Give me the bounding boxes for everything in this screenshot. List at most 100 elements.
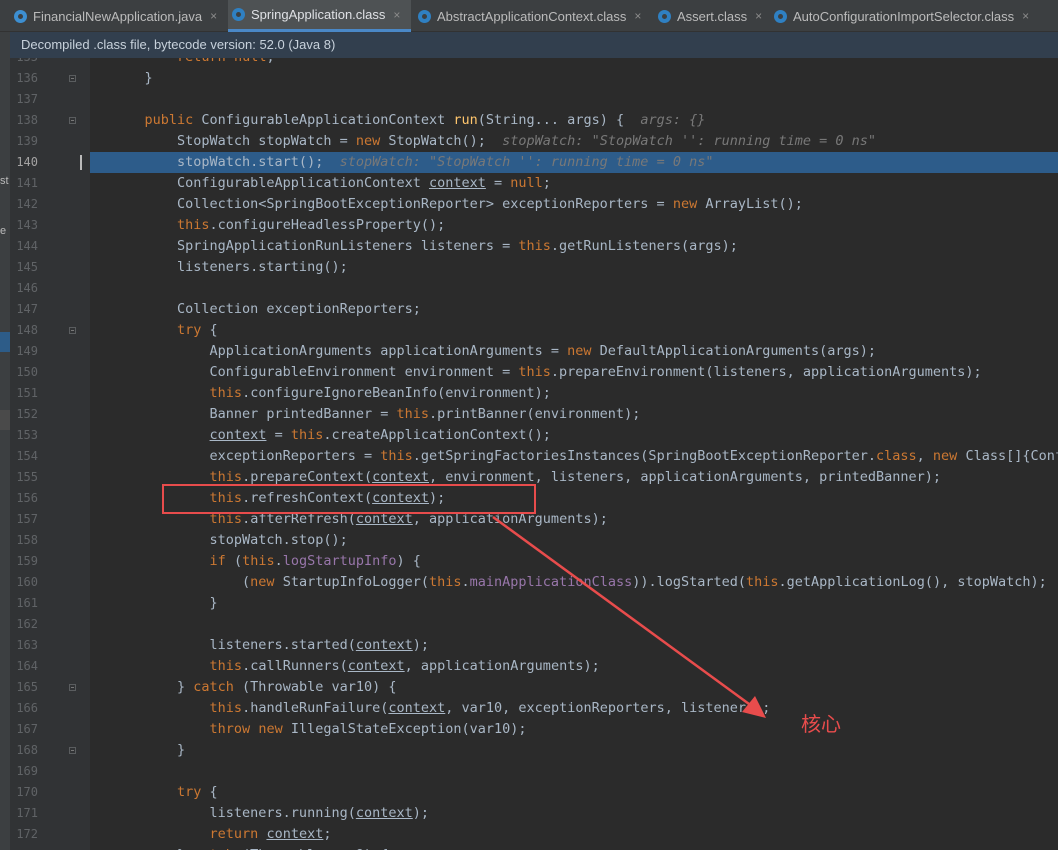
line-number[interactable]: 150: [10, 362, 38, 383]
line-number[interactable]: 136: [10, 68, 38, 89]
code-line[interactable]: try {: [90, 320, 1058, 341]
code-line[interactable]: return null;: [90, 58, 1058, 68]
code-line[interactable]: } catch (Throwable var10) {: [90, 677, 1058, 698]
code-line[interactable]: this.handleRunFailure(context, var10, ex…: [90, 698, 1058, 719]
code-line[interactable]: this.callRunners(context, applicationArg…: [90, 656, 1058, 677]
tab-financial-new-application[interactable]: FinancialNewApplication.java ×: [10, 0, 228, 32]
decompiled-info-text: Decompiled .class file, bytecode version…: [21, 37, 336, 52]
code-line[interactable]: listeners.running(context);: [90, 803, 1058, 824]
line-number[interactable]: 155: [10, 467, 38, 488]
code-line[interactable]: (new StartupInfoLogger(this.mainApplicat…: [90, 572, 1058, 593]
tab-auto-configuration-import-selector[interactable]: AutoConfigurationImportSelector.class ×: [770, 0, 1054, 32]
tab-label: SpringApplication.class: [251, 7, 386, 22]
tab-label: FinancialNewApplication.java: [33, 8, 203, 24]
line-number[interactable]: 165: [10, 677, 38, 698]
close-icon[interactable]: ×: [755, 9, 762, 23]
highlight-box-refresh-context: [162, 484, 536, 514]
line-number[interactable]: 166: [10, 698, 38, 719]
tab-spring-application[interactable]: SpringApplication.class ×: [228, 0, 411, 32]
line-number[interactable]: 152: [10, 404, 38, 425]
code-line[interactable]: stopWatch.start(); stopWatch: "StopWatch…: [90, 152, 1058, 173]
line-number[interactable]: 156: [10, 488, 38, 509]
line-number[interactable]: 173: [10, 845, 38, 850]
code-line[interactable]: Banner printedBanner = this.printBanner(…: [90, 404, 1058, 425]
code-line[interactable]: StopWatch stopWatch = new StopWatch(); s…: [90, 131, 1058, 152]
class-file-icon: [418, 9, 431, 23]
line-number[interactable]: 145: [10, 257, 38, 278]
code-line[interactable]: }: [90, 593, 1058, 614]
code-line[interactable]: this.configureHeadlessProperty();: [90, 215, 1058, 236]
line-number[interactable]: 160: [10, 572, 38, 593]
code-editor[interactable]: 1351361371381391401411421431441451461471…: [10, 58, 1058, 850]
code-line[interactable]: exceptionReporters = this.getSpringFacto…: [90, 446, 1058, 467]
line-number[interactable]: 157: [10, 509, 38, 530]
close-icon[interactable]: ×: [393, 8, 400, 22]
line-number[interactable]: 153: [10, 425, 38, 446]
code-line[interactable]: [90, 89, 1058, 110]
code-line[interactable]: context = this.createApplicationContext(…: [90, 425, 1058, 446]
code-line[interactable]: } catch (Throwable var9) {: [90, 845, 1058, 850]
inline-debug-hint: stopWatch: "StopWatch '': running time =…: [323, 154, 714, 170]
code-line[interactable]: ConfigurableApplicationContext context =…: [90, 173, 1058, 194]
line-number[interactable]: 141: [10, 173, 38, 194]
line-number[interactable]: 137: [10, 89, 38, 110]
line-number[interactable]: 158: [10, 530, 38, 551]
line-number[interactable]: 168: [10, 740, 38, 761]
fold-toggle-icon[interactable]: [69, 684, 76, 691]
tab-abstract-application-context[interactable]: AbstractApplicationContext.class ×: [414, 0, 654, 32]
code-line[interactable]: [90, 761, 1058, 782]
line-number[interactable]: 161: [10, 593, 38, 614]
line-number[interactable]: 135: [10, 58, 38, 68]
code-line[interactable]: return context;: [90, 824, 1058, 845]
code-line[interactable]: public ConfigurableApplicationContext ru…: [90, 110, 1058, 131]
code-line[interactable]: listeners.starting();: [90, 257, 1058, 278]
code-line[interactable]: listeners.started(context);: [90, 635, 1058, 656]
line-number[interactable]: 146: [10, 278, 38, 299]
code-line[interactable]: ConfigurableEnvironment environment = th…: [90, 362, 1058, 383]
code-line[interactable]: }: [90, 740, 1058, 761]
line-number[interactable]: 163: [10, 635, 38, 656]
code-line[interactable]: [90, 614, 1058, 635]
line-number[interactable]: 164: [10, 656, 38, 677]
code-line[interactable]: Collection exceptionReporters;: [90, 299, 1058, 320]
code-line[interactable]: stopWatch.stop();: [90, 530, 1058, 551]
code-line[interactable]: if (this.logStartupInfo) {: [90, 551, 1058, 572]
line-number[interactable]: 147: [10, 299, 38, 320]
code-line[interactable]: ApplicationArguments applicationArgument…: [90, 341, 1058, 362]
line-number[interactable]: 162: [10, 614, 38, 635]
line-number[interactable]: 151: [10, 383, 38, 404]
code-line[interactable]: SpringApplicationRunListeners listeners …: [90, 236, 1058, 257]
fold-toggle-icon[interactable]: [69, 747, 76, 754]
fold-toggle-icon[interactable]: [69, 117, 76, 124]
line-number[interactable]: 169: [10, 761, 38, 782]
line-number[interactable]: 154: [10, 446, 38, 467]
line-number[interactable]: 159: [10, 551, 38, 572]
line-number[interactable]: 167: [10, 719, 38, 740]
class-file-icon: [658, 9, 671, 23]
code-line[interactable]: this.configureIgnoreBeanInfo(environment…: [90, 383, 1058, 404]
code-line[interactable]: try {: [90, 782, 1058, 803]
close-icon[interactable]: ×: [634, 9, 641, 23]
line-number[interactable]: 149: [10, 341, 38, 362]
close-icon[interactable]: ×: [210, 9, 217, 23]
code-line[interactable]: Collection<SpringBootExceptionReporter> …: [90, 194, 1058, 215]
code-line[interactable]: [90, 278, 1058, 299]
code-line[interactable]: }: [90, 68, 1058, 89]
fold-toggle-icon[interactable]: [69, 327, 76, 334]
line-number[interactable]: 143: [10, 215, 38, 236]
line-number[interactable]: 170: [10, 782, 38, 803]
line-number[interactable]: 140: [10, 152, 38, 173]
line-number[interactable]: 138: [10, 110, 38, 131]
line-number[interactable]: 139: [10, 131, 38, 152]
close-icon[interactable]: ×: [1022, 9, 1029, 23]
line-number[interactable]: 144: [10, 236, 38, 257]
line-number[interactable]: 142: [10, 194, 38, 215]
line-number[interactable]: 171: [10, 803, 38, 824]
line-number[interactable]: 172: [10, 824, 38, 845]
code-line[interactable]: throw new IllegalStateException(var10);: [90, 719, 1058, 740]
annotation-label: 核心: [801, 712, 841, 736]
tab-label: AutoConfigurationImportSelector.class: [793, 8, 1015, 24]
tab-assert[interactable]: Assert.class ×: [654, 0, 770, 32]
fold-toggle-icon[interactable]: [69, 75, 76, 82]
line-number[interactable]: 148: [10, 320, 38, 341]
